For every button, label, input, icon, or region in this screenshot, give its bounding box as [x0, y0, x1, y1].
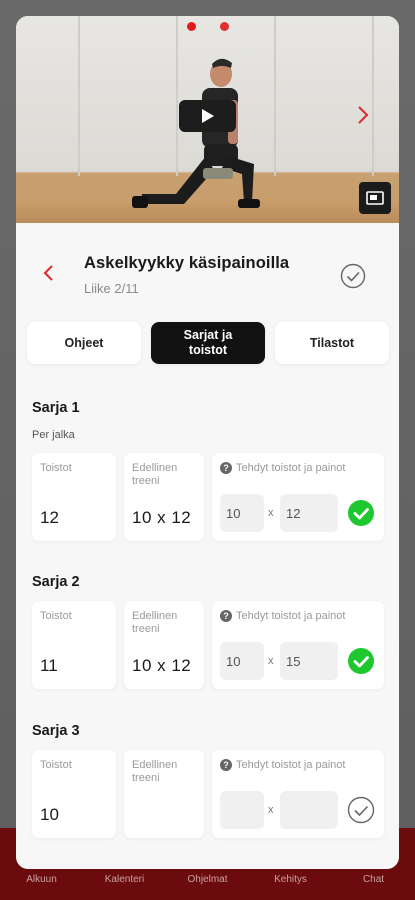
- exercise-progress: Liike 2/11: [84, 281, 139, 296]
- check-circle-icon[interactable]: [340, 263, 366, 289]
- done-weight-input[interactable]: [280, 791, 338, 829]
- set-row: Toistot 10 Edellinen treeni ? Tehdyt toi…: [32, 750, 384, 838]
- previous-card: Edellinen treeni 10 x 12: [124, 601, 204, 689]
- done-weight-input[interactable]: 12: [280, 494, 338, 532]
- times-sign: x: [268, 507, 274, 519]
- help-icon[interactable]: ?: [220, 462, 232, 474]
- set-note: Per jalka: [32, 429, 75, 441]
- times-sign: x: [268, 804, 274, 816]
- tab-calendar[interactable]: Kalenteri: [90, 874, 160, 885]
- tab-programs[interactable]: Ohjelmat: [173, 874, 243, 885]
- previous-value: 10 x 12: [132, 656, 192, 675]
- tab-instructions[interactable]: Ohjeet: [27, 322, 141, 364]
- done-card: ? Tehdyt toistot ja painot 10 x 12: [212, 453, 384, 541]
- video-page-dot[interactable]: [187, 22, 196, 31]
- reps-label: Toistot: [40, 462, 72, 474]
- done-card: ? Tehdyt toistot ja painot 10 x 15: [212, 601, 384, 689]
- done-reps-input[interactable]: [220, 791, 264, 829]
- reps-value: 12: [40, 508, 59, 527]
- picture-in-picture-icon[interactable]: [359, 182, 391, 214]
- set-2: Sarja 2 Toistot 11 Edellinen treeni 10 x…: [32, 574, 384, 689]
- reps-card: Toistot 12: [32, 453, 116, 541]
- done-card: ? Tehdyt toistot ja painot x: [212, 750, 384, 838]
- set-3: Sarja 3 Toistot 10 Edellinen treeni ? Te…: [32, 723, 384, 838]
- done-reps-input[interactable]: 10: [220, 642, 264, 680]
- reps-value: 11: [40, 656, 58, 675]
- done-reps-input[interactable]: 10: [220, 494, 264, 532]
- chevron-left-icon[interactable]: [42, 264, 54, 282]
- done-label-text: Tehdyt toistot ja painot: [236, 759, 346, 771]
- tab-statistics[interactable]: Tilastot: [275, 322, 389, 364]
- set-1: Sarja 1 Per jalka Toistot 12 Edellinen t…: [32, 400, 384, 541]
- video-page-dot[interactable]: [220, 22, 229, 31]
- set-row: Toistot 11 Edellinen treeni 10 x 12 ? Te…: [32, 601, 384, 689]
- previous-label: Edellinen treeni: [132, 610, 178, 635]
- tab-sets-reps[interactable]: Sarjat ja toistot: [151, 322, 265, 364]
- chevron-right-icon[interactable]: [356, 104, 370, 126]
- reps-card: Toistot 10: [32, 750, 116, 838]
- exercise-sheet: Askelkyykky käsipainoilla Liike 2/11 Ohj…: [16, 16, 399, 869]
- segment-tabs: Ohjeet Sarjat ja toistot Tilastot: [27, 322, 389, 364]
- previous-card: Edellinen treeni: [124, 750, 204, 838]
- done-label: ? Tehdyt toistot ja painot: [220, 759, 345, 771]
- help-icon[interactable]: ?: [220, 759, 232, 771]
- done-label-text: Tehdyt toistot ja painot: [236, 462, 346, 474]
- set-row: Toistot 12 Edellinen treeni 10 x 12 ? Te…: [32, 453, 384, 541]
- reps-card: Toistot 11: [32, 601, 116, 689]
- tab-home[interactable]: Alkuun: [7, 874, 77, 885]
- reps-value: 10: [40, 805, 59, 824]
- done-weight-input[interactable]: 15: [280, 642, 338, 680]
- exercise-header: Askelkyykky käsipainoilla Liike 2/11: [16, 223, 399, 318]
- exercise-video[interactable]: [16, 16, 399, 223]
- previous-value: 10 x 12: [132, 508, 192, 527]
- done-label: ? Tehdyt toistot ja painot: [220, 462, 345, 474]
- done-label-text: Tehdyt toistot ja painot: [236, 610, 346, 622]
- set-title: Sarja 1: [32, 400, 80, 416]
- exercise-title: Askelkyykky käsipainoilla: [84, 254, 290, 272]
- completed-check-icon[interactable]: [347, 499, 375, 527]
- set-title: Sarja 3: [32, 723, 80, 739]
- previous-label: Edellinen treeni: [132, 759, 178, 784]
- play-icon[interactable]: [179, 100, 236, 132]
- set-title: Sarja 2: [32, 574, 80, 590]
- tab-chat[interactable]: Chat: [339, 874, 409, 885]
- completed-check-icon[interactable]: [347, 647, 375, 675]
- tab-progress[interactable]: Kehitys: [256, 874, 326, 885]
- reps-label: Toistot: [40, 759, 72, 771]
- previous-label: Edellinen treeni: [132, 462, 178, 487]
- check-circle-icon[interactable]: [347, 796, 375, 824]
- reps-label: Toistot: [40, 610, 72, 622]
- times-sign: x: [268, 655, 274, 667]
- previous-card: Edellinen treeni 10 x 12: [124, 453, 204, 541]
- done-label: ? Tehdyt toistot ja painot: [220, 610, 345, 622]
- help-icon[interactable]: ?: [220, 610, 232, 622]
